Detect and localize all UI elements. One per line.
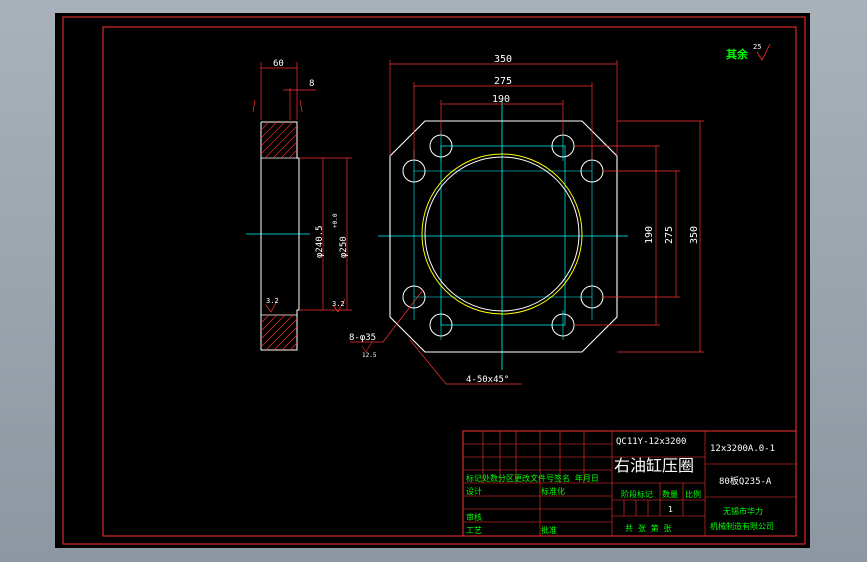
dim-height-190: 190 <box>644 226 655 244</box>
drawing-sheet: 60 8 φ240.5 φ250 +0.0 3.2 3.2 350 275 19… <box>55 13 810 548</box>
sheet-info: 共 张 第 张 <box>625 523 671 533</box>
drawing-code: QC11Y-12x3200 <box>616 437 686 447</box>
dim-side-inner-dia: φ240.5 <box>315 225 325 258</box>
dim-side-outer-tol: +0.0 <box>332 213 339 228</box>
approve-label: 批准 <box>541 525 557 535</box>
dim-side-step: 8 <box>309 79 314 89</box>
revision-header: 标记处数分区更改文件号签名 年月日 <box>466 473 599 483</box>
check-label: 审核 <box>466 512 482 522</box>
standardization-label: 标准化 <box>541 486 565 496</box>
note-chamfer: 4-50x45° <box>466 375 509 385</box>
dim-side-outer-dia: φ250 <box>339 236 349 258</box>
dim-width-190: 190 <box>492 94 510 105</box>
company-line2: 机械制造有限公司 <box>710 521 774 531</box>
designer-label: 设计 <box>466 486 482 496</box>
scale-label: 比例 <box>685 489 701 499</box>
process-label: 工艺 <box>466 526 482 535</box>
stage-mark: 阶段标记 <box>621 489 653 499</box>
dim-width-275: 275 <box>494 76 512 87</box>
material: 80板Q235-A <box>719 475 772 487</box>
holes-roughness: 12.5 <box>362 352 377 359</box>
model-space <box>55 13 810 548</box>
part-name: 右油缸压圈 <box>614 456 694 475</box>
roughness-right: 3.2 <box>332 300 345 308</box>
dim-height-275: 275 <box>664 226 675 244</box>
surface-note-value: 25 <box>753 43 761 51</box>
dim-width-350: 350 <box>494 54 512 65</box>
roughness-left: 3.2 <box>266 297 279 305</box>
dim-side-width: 60 <box>273 59 284 69</box>
weight-label: 数量 <box>662 489 678 499</box>
company-line1: 无锡市华力 <box>723 506 763 516</box>
quantity-value: 1 <box>668 505 673 514</box>
note-holes: 8-φ35 <box>349 333 376 343</box>
dim-height-350: 350 <box>689 226 700 244</box>
surface-note-label: 其余 <box>726 47 749 61</box>
cad-viewport: 60 8 φ240.5 φ250 +0.0 3.2 3.2 350 275 19… <box>0 0 867 562</box>
drawing-number: 12x3200A.0-1 <box>710 444 775 454</box>
